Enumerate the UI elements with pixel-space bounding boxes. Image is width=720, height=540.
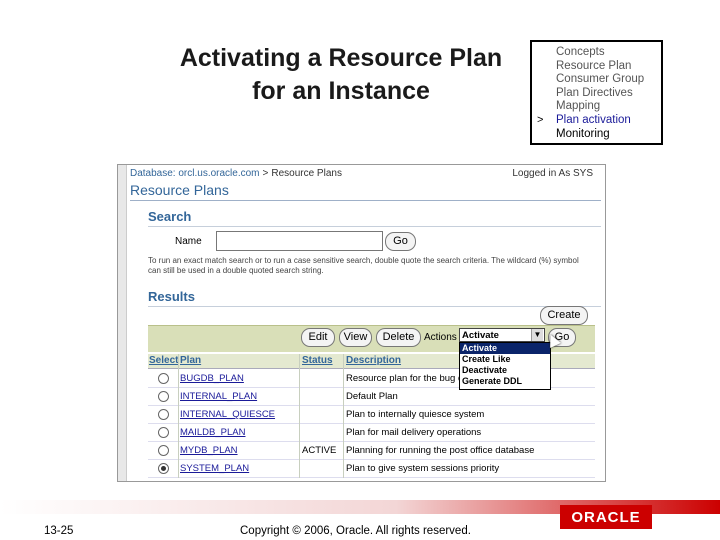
slide-title: Activating a Resource Plan for an Instan… <box>150 42 532 108</box>
search-hint: To run an exact match search or to run a… <box>148 256 579 275</box>
row-select-radio-selected[interactable] <box>158 463 169 474</box>
dropdown-option-deactivate[interactable]: Deactivate <box>460 365 550 376</box>
toc-item-plan-activation: Plan activation <box>556 114 631 126</box>
breadcrumb-database-link[interactable]: Database: orcl.us.oracle.com <box>130 168 260 179</box>
toc-item-resource-plan: Resource Plan <box>556 59 632 72</box>
table-row: MAILDB_PLAN Plan for mail delivery opera… <box>148 423 595 442</box>
screenshot-left-edge <box>118 165 127 481</box>
results-divider <box>148 306 601 307</box>
dropdown-option-create-like[interactable]: Create Like <box>460 354 550 365</box>
column-header-plan[interactable]: Plan <box>180 355 201 366</box>
description-cell: Default Plan <box>346 391 398 402</box>
page-title: Resource Plans <box>130 182 229 198</box>
description-cell: Plan to internally quiesce system <box>346 409 485 420</box>
column-header-description[interactable]: Description <box>346 355 401 366</box>
search-heading: Search <box>148 209 192 224</box>
row-select-radio[interactable] <box>158 445 169 456</box>
actions-selected-value: Activate <box>462 330 499 341</box>
actions-dropdown: Activate Create Like Deactivate Generate… <box>459 342 551 390</box>
slide-title-line1: Activating a Resource Plan <box>179 44 503 72</box>
table-row: INTERNAL_QUIESCE Plan to internally quie… <box>148 405 595 424</box>
table-row: MYDB_PLAN ACTIVE Planning for running th… <box>148 441 595 460</box>
search-divider <box>148 226 601 227</box>
row-select-radio[interactable] <box>158 409 169 420</box>
plan-link[interactable]: INTERNAL_QUIESCE <box>180 409 275 420</box>
logged-in-label: Logged in As SYS <box>512 168 593 179</box>
edit-button[interactable]: Edit <box>301 328 335 347</box>
title-divider <box>130 200 601 201</box>
row-select-radio[interactable] <box>158 391 169 402</box>
chevron-down-icon[interactable]: ▼ <box>531 329 543 341</box>
search-go-button[interactable]: Go <box>385 232 416 251</box>
column-divider <box>343 354 344 478</box>
name-field-label: Name <box>175 236 202 247</box>
svg-text:ORACLE: ORACLE <box>571 509 640 526</box>
toc-item-mapping: Mapping <box>556 100 601 112</box>
description-cell: Plan for mail delivery operations <box>346 427 482 438</box>
results-heading: Results <box>148 289 195 304</box>
column-divider <box>299 354 300 478</box>
copyright-notice: Copyright © 2006, Oracle. All rights res… <box>240 525 471 537</box>
plan-link[interactable]: SYSTEM_PLAN <box>180 463 249 474</box>
description-cell: Plan to give system sessions priority <box>346 463 500 474</box>
description-cell: Planning for running the post office dat… <box>346 445 535 456</box>
slide-title-line2: for an Instance <box>252 77 430 105</box>
breadcrumb: Database: orcl.us.oracle.com > Resource Pl… <box>130 168 342 179</box>
oracle-logo: ORACLE <box>560 505 652 529</box>
dropdown-option-activate[interactable]: Activate <box>460 343 550 354</box>
plan-link[interactable]: BUGDB_PLAN <box>180 373 244 384</box>
create-button[interactable]: Create <box>540 306 588 325</box>
column-divider <box>178 354 179 478</box>
toc-item-consumer-group: Consumer Group <box>556 73 645 85</box>
row-select-radio[interactable] <box>158 373 169 384</box>
dropdown-option-generate-ddl[interactable]: Generate DDL <box>460 376 550 387</box>
delete-button[interactable]: Delete <box>376 328 421 347</box>
toc-item-monitoring: Monitoring <box>556 127 610 140</box>
row-select-radio[interactable] <box>158 427 169 438</box>
column-header-select[interactable]: Select <box>149 355 178 366</box>
column-header-status[interactable]: Status <box>302 355 333 366</box>
em-screenshot: Database: orcl.us.oracle.com > Resource Pl… <box>117 164 606 482</box>
actions-select[interactable]: Activate ▼ <box>459 328 545 342</box>
view-button[interactable]: View <box>339 328 372 347</box>
plan-link[interactable]: INTERNAL_PLAN <box>180 391 257 402</box>
actions-label: Actions <box>424 332 457 343</box>
toc-item-plan-directives: Plan Directives <box>556 86 633 99</box>
plan-link[interactable]: MYDB_PLAN <box>180 445 238 456</box>
slide-number: 13-25 <box>44 525 74 537</box>
breadcrumb-current: Resource Plans <box>271 168 342 179</box>
table-row: SYSTEM_PLAN Plan to give system sessions… <box>148 459 595 478</box>
status-cell: ACTIVE <box>302 445 337 456</box>
topics-box: Concepts Resource Plan Consumer Group Pl… <box>530 40 663 145</box>
toc-current-marker: > <box>537 114 544 126</box>
plan-link[interactable]: MAILDB_PLAN <box>180 427 245 438</box>
breadcrumb-separator: > <box>262 168 269 179</box>
toc-item-concepts: Concepts <box>556 46 605 58</box>
name-search-input[interactable] <box>216 231 383 251</box>
